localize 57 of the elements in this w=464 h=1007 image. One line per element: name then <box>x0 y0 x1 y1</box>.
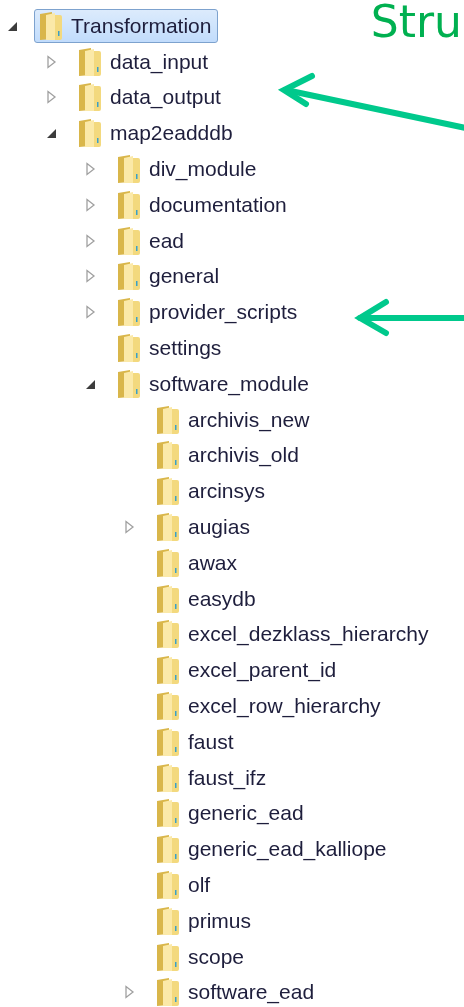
tree-item[interactable]: scope <box>151 939 252 974</box>
tree-item[interactable]: archivis_old <box>151 438 306 473</box>
tree-item[interactable]: awax <box>151 545 245 580</box>
tree-item[interactable]: software_ead <box>151 975 322 1007</box>
folder-icon <box>115 225 141 256</box>
folder-icon <box>154 619 180 650</box>
folder-icon <box>154 476 180 507</box>
tree-item[interactable]: generic_ead_kalliope <box>151 832 394 867</box>
tree-item[interactable]: provider_scripts <box>112 295 305 330</box>
tree-item[interactable]: excel_row_hierarchy <box>151 689 388 724</box>
tree-item[interactable]: map2eadddb <box>73 116 240 151</box>
folder-icon <box>76 118 102 149</box>
tree-item[interactable]: Transformation <box>34 8 219 43</box>
tree-item[interactable]: easydb <box>151 581 263 616</box>
tree-item[interactable]: faust <box>151 724 241 759</box>
folder-icon <box>76 82 102 113</box>
folder-icon <box>115 261 141 292</box>
tree-item[interactable]: olf <box>151 868 218 902</box>
folder-icon <box>154 762 180 793</box>
folder-icon <box>115 297 141 328</box>
tree-item[interactable]: primus <box>151 903 258 938</box>
folder-icon <box>154 905 180 936</box>
folder-icon <box>154 691 180 722</box>
folder-icon <box>154 977 180 1007</box>
tree-item[interactable]: ead <box>112 223 192 258</box>
tree-item[interactable]: arcinsys <box>151 474 273 509</box>
tree-item[interactable]: excel_parent_id <box>151 653 344 688</box>
tree-item[interactable]: data_output <box>73 80 228 115</box>
folder-icon <box>154 512 180 543</box>
folder-icon <box>154 798 180 829</box>
folder-icon <box>154 870 180 900</box>
tree-item[interactable]: data_input <box>73 44 216 79</box>
folder-icon <box>76 46 102 77</box>
folder-icon <box>154 440 180 471</box>
folder-icon <box>154 655 180 686</box>
tree-item[interactable]: faust_ifz <box>151 760 274 795</box>
tree-item[interactable]: general <box>112 259 227 294</box>
folder-icon <box>154 726 180 757</box>
folder-icon <box>154 583 180 614</box>
tree-item[interactable]: documentation <box>112 187 294 222</box>
tree-item[interactable]: generic_ead <box>151 796 311 831</box>
slide-heading: Stru <box>370 0 462 49</box>
folder-icon <box>115 368 141 399</box>
folder-icon <box>154 404 180 435</box>
folder-icon <box>154 941 180 972</box>
tree-item[interactable]: software_module <box>112 366 316 401</box>
tree-item[interactable]: div_module <box>112 152 264 187</box>
folder-icon <box>154 834 180 865</box>
folder-icon <box>115 189 141 220</box>
tree-item[interactable]: excel_dezklass_hierarchy <box>151 617 436 652</box>
tree-item[interactable]: archivis_new <box>151 402 317 437</box>
folder-icon <box>37 10 63 41</box>
folder-icon <box>115 333 141 364</box>
folder-icon <box>115 154 141 185</box>
tree-item[interactable]: augias <box>151 510 257 545</box>
tree-item[interactable]: settings <box>112 331 229 366</box>
folder-icon <box>154 547 180 578</box>
